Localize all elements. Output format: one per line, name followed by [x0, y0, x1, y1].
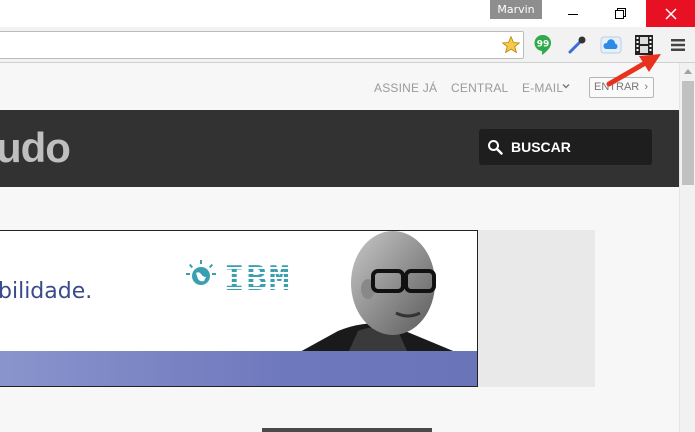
restore-icon	[615, 8, 626, 19]
address-bar[interactable]	[0, 31, 524, 59]
ad-container: bilidade. IBM	[0, 230, 595, 387]
window-titlebar: Marvin	[0, 0, 695, 27]
site-logo[interactable]: udo	[0, 124, 70, 172]
svg-text:99: 99	[537, 40, 550, 50]
annotation-arrow-icon	[605, 50, 663, 90]
content-strip	[262, 428, 432, 432]
restore-button[interactable]	[598, 0, 643, 27]
hangouts-icon[interactable]: 99	[528, 27, 558, 63]
ad-person-image	[298, 231, 478, 353]
scroll-up-button[interactable]	[680, 63, 695, 79]
ibm-ad-banner[interactable]: bilidade. IBM	[0, 230, 478, 387]
chevron-down-icon	[562, 82, 570, 90]
ibm-logo: IBM	[224, 259, 291, 299]
page-viewport: ASSINE JÁ CENTRAL E-MAIL ENTRAR › udo BU…	[0, 63, 679, 432]
minimize-button[interactable]	[550, 0, 595, 27]
close-button[interactable]	[646, 0, 695, 27]
nav-email-link[interactable]: E-MAIL	[522, 81, 563, 95]
minimize-icon	[568, 14, 578, 15]
site-top-nav: ASSINE JÁ CENTRAL E-MAIL ENTRAR ›	[0, 63, 679, 110]
nav-central-link[interactable]: CENTRAL	[451, 81, 508, 95]
star-icon[interactable]	[496, 27, 526, 63]
ad-color-bar	[0, 351, 478, 387]
search-button[interactable]: BUSCAR	[479, 129, 652, 165]
site-header: udo BUSCAR	[0, 110, 679, 187]
page-scrollbar[interactable]	[679, 63, 695, 432]
chevron-up-icon	[684, 68, 692, 74]
profile-badge[interactable]: Marvin	[490, 0, 542, 19]
nav-assine-link[interactable]: ASSINE JÁ	[374, 81, 437, 95]
scroll-thumb[interactable]	[682, 81, 694, 185]
ad-headline: bilidade.	[0, 279, 92, 304]
close-icon	[665, 8, 677, 20]
browser-toolbar: 99	[0, 27, 695, 63]
search-icon	[487, 139, 503, 155]
search-label: BUSCAR	[511, 139, 571, 155]
globe-icon	[186, 259, 216, 291]
menu-icon[interactable]	[663, 27, 693, 63]
eyedropper-icon[interactable]	[562, 27, 592, 63]
